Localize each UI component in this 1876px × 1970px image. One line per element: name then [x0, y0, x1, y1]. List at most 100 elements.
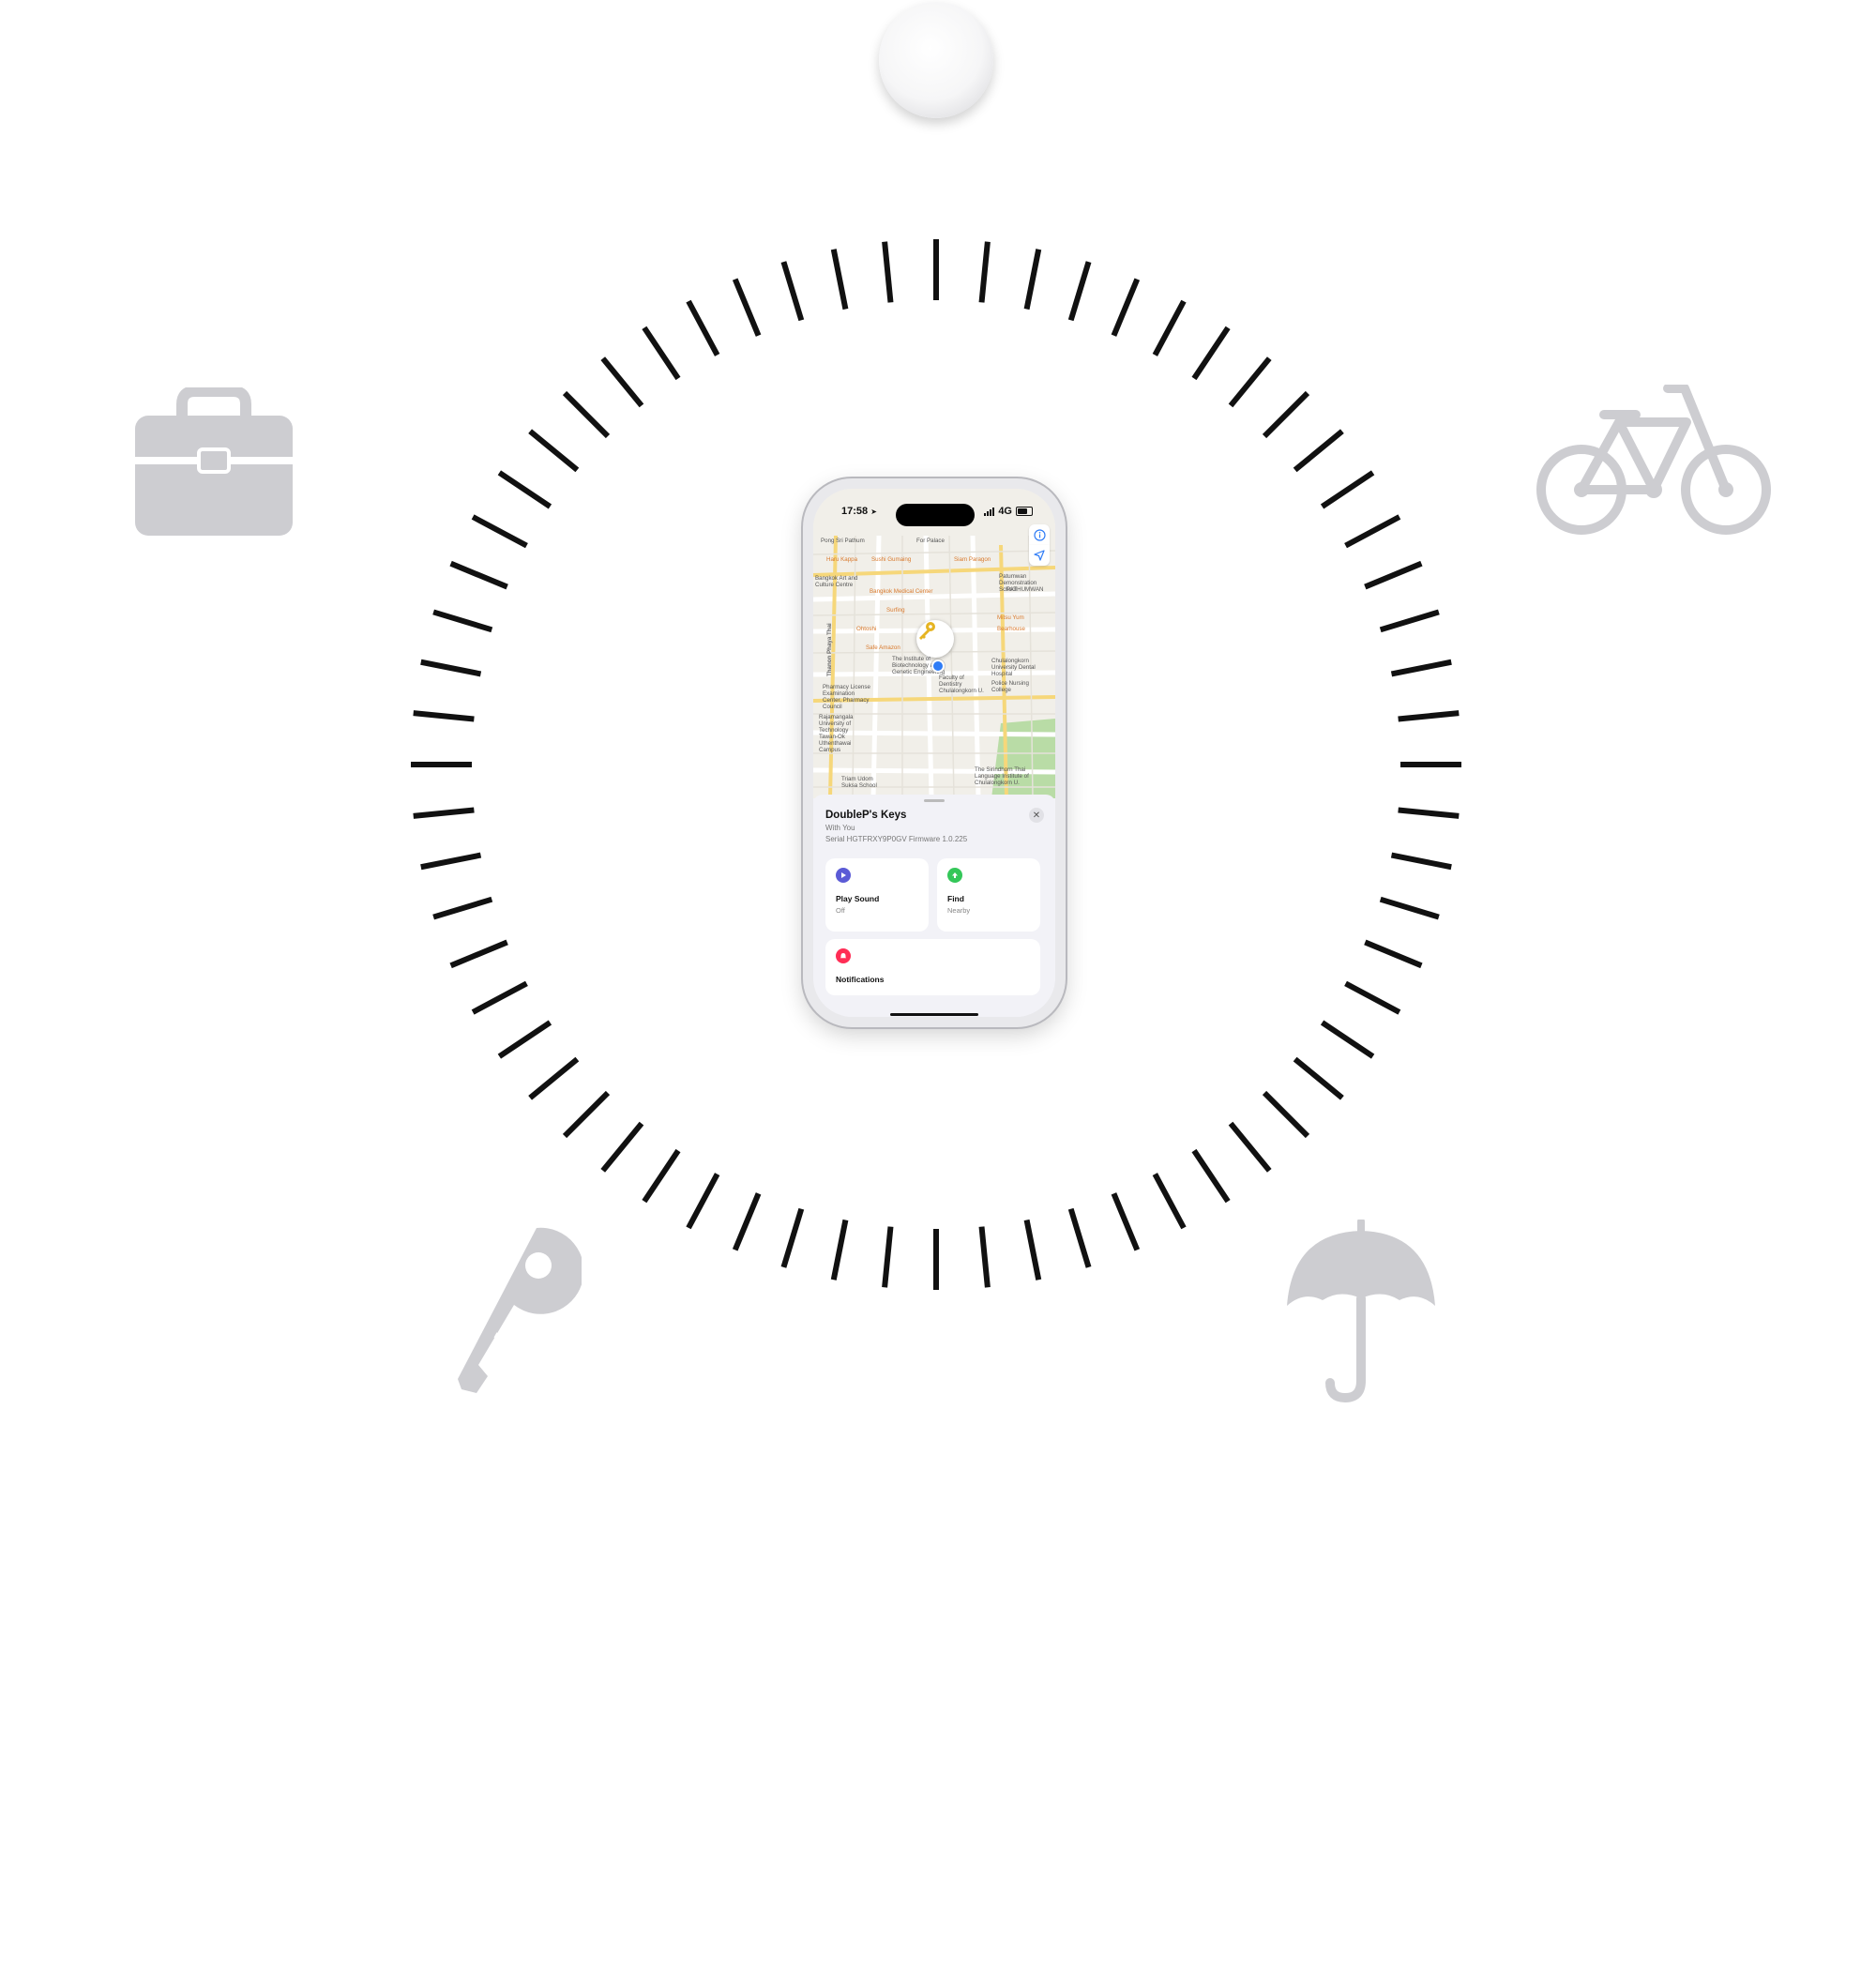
map-label: Ohtoshi	[856, 626, 877, 632]
radar-tick	[1320, 1020, 1375, 1059]
radar-tick	[732, 1192, 762, 1251]
radar-tick	[528, 429, 580, 473]
radar-tick	[449, 939, 508, 969]
map-label: Sushi Gumaing	[871, 556, 912, 563]
radar-tick	[562, 1090, 611, 1139]
umbrella-icon	[1287, 1220, 1435, 1402]
radar-tick	[600, 356, 644, 408]
radar-tick	[471, 514, 528, 549]
radar-tick	[642, 1148, 681, 1204]
key-icon	[919, 622, 935, 640]
item-title: DoubleP's Keys	[825, 810, 907, 821]
radar-tick	[413, 807, 475, 819]
play-sound-status: Off	[836, 906, 845, 915]
map-label: Haru Kappa	[826, 556, 858, 563]
find-sub: Nearby	[947, 906, 971, 915]
radar-tick	[1320, 470, 1375, 509]
radar-tick	[432, 896, 493, 920]
radar-tick	[413, 710, 475, 722]
radar-tick	[1344, 980, 1401, 1015]
map-label: Safe Amazon	[866, 644, 900, 651]
radar-tick	[1262, 1090, 1310, 1139]
radar-tick	[1390, 659, 1452, 677]
radar-tick	[1390, 852, 1452, 871]
radar-tick	[1228, 356, 1272, 408]
radar-tick	[780, 261, 805, 322]
radar-tick	[449, 560, 508, 590]
map-label: Bearhouse	[997, 626, 1025, 632]
radar-tick	[1191, 326, 1231, 381]
play-sound-label: Play Sound	[836, 894, 880, 903]
radar-tick	[600, 1121, 644, 1173]
radar-tick	[1364, 939, 1423, 969]
item-detail-sheet: DoubleP's Keys With You Serial HGTFRXY9P…	[813, 795, 1055, 1017]
radar-tick	[432, 609, 493, 633]
radar-tick	[830, 1219, 849, 1280]
radar-tick	[420, 852, 482, 871]
find-label: Find	[947, 894, 964, 903]
dynamic-island	[896, 504, 975, 526]
radar-tick	[1023, 249, 1042, 311]
map-label: Bangkok Medical Center	[870, 588, 933, 595]
bell-icon	[836, 948, 851, 963]
map-view[interactable]: Pong Sri Pathum For Palace Haru Kappa Sushi…	[813, 489, 1055, 798]
radar-tick	[1379, 609, 1440, 633]
arrow-up-icon	[947, 868, 962, 883]
radar-tick	[528, 1056, 580, 1100]
radar-tick	[1398, 807, 1460, 819]
radar-tick	[780, 1207, 805, 1268]
signal-icon	[984, 507, 995, 516]
notifications-label: Notifications	[836, 975, 885, 984]
iphone-frame: 17:58 ➤ 4G Pong Sri Pathum For Palace Ha…	[803, 478, 1066, 1027]
bicycle-icon	[1536, 385, 1771, 535]
map-locate-button[interactable]	[1029, 545, 1050, 566]
radar-tick	[562, 390, 611, 439]
map-info-button[interactable]	[1029, 524, 1050, 545]
radar-tick	[497, 1020, 552, 1059]
radar-tick	[1379, 896, 1440, 920]
item-status: With You	[825, 824, 855, 832]
sheet-grabber[interactable]	[924, 799, 945, 802]
radar-tick	[471, 980, 528, 1015]
map-label: Police Nursing College	[991, 680, 1029, 693]
map-label: Surfing	[886, 607, 905, 614]
item-serial: Serial HGTFRXY9P0GV Firmware 1.0.225	[825, 835, 968, 843]
radar-tick	[732, 278, 762, 337]
radar-tick	[1228, 1121, 1272, 1173]
map-label: Faculty of Dentistry Chulalongkorn U.	[939, 674, 984, 694]
radar-tick	[1067, 261, 1092, 322]
map-label: Pong Sri Pathum	[821, 538, 865, 544]
radar-tick	[1152, 1173, 1187, 1230]
location-arrow-icon	[1034, 550, 1045, 561]
status-time: 17:58 ➤	[841, 506, 877, 517]
map-label: PATHUMWAN	[1006, 586, 1044, 593]
find-my-hero: 17:58 ➤ 4G Pong Sri Pathum For Palace Ha…	[0, 0, 1876, 1970]
info-icon	[1033, 528, 1046, 541]
key-icon	[458, 1227, 582, 1393]
radar-tick	[1344, 514, 1401, 549]
map-label: Rajamangala University of Technology Taw…	[819, 714, 854, 753]
airtag	[879, 2, 993, 118]
radar-tick	[497, 470, 552, 509]
close-button[interactable]: ✕	[1029, 808, 1044, 823]
network-type: 4G	[998, 506, 1012, 517]
find-nearby-button[interactable]: Find Nearby	[937, 858, 1040, 932]
radar-tick	[978, 241, 991, 303]
status-indicators: 4G	[984, 506, 1033, 517]
radar-tick	[1262, 390, 1310, 439]
play-sound-button[interactable]: Play Sound Off	[825, 858, 929, 932]
radar-tick	[1067, 1207, 1092, 1268]
radar-tick	[882, 241, 894, 303]
radar-tick	[1364, 560, 1423, 590]
notifications-row[interactable]: Notifications	[825, 939, 1040, 995]
item-location-pin[interactable]	[916, 620, 954, 658]
user-location-dot	[931, 659, 945, 673]
play-icon	[836, 868, 851, 883]
map-label: Siam Paragon	[954, 556, 991, 563]
phone-screen: 17:58 ➤ 4G Pong Sri Pathum For Palace Ha…	[813, 489, 1055, 1017]
radar-tick	[1023, 1219, 1042, 1280]
radar-tick	[1191, 1148, 1231, 1204]
location-arrow-icon: ➤	[870, 508, 877, 516]
briefcase-icon	[133, 387, 295, 536]
radar-tick	[830, 249, 849, 311]
